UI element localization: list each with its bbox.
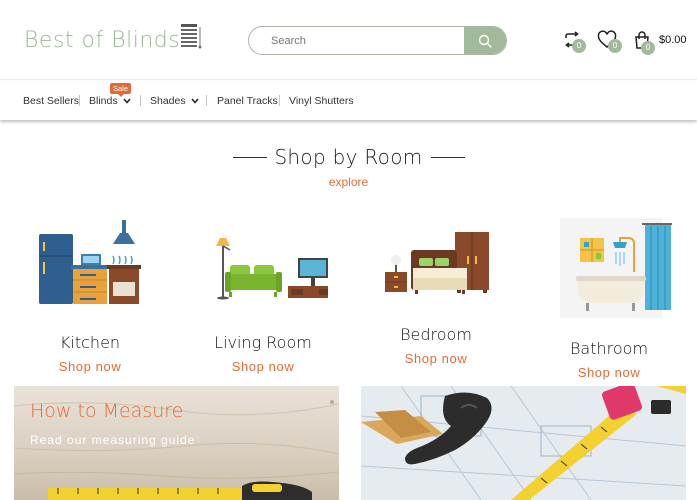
bathroom-illustration bbox=[560, 218, 672, 318]
wishlist-count-badge: 0 bbox=[608, 39, 622, 53]
hammer-blueprint-image bbox=[361, 386, 686, 500]
chevron-down-icon bbox=[191, 98, 199, 104]
bedroom-illustration bbox=[385, 232, 489, 294]
room-name: Living Room bbox=[214, 333, 312, 352]
nav-item-panel-tracks[interactable]: Panel Tracks bbox=[217, 95, 278, 107]
search-input[interactable] bbox=[249, 27, 464, 54]
nav-separator bbox=[140, 95, 141, 106]
nav-item-best-sellers[interactable]: Best Sellers bbox=[23, 95, 79, 107]
room-card-living-room[interactable]: Living Room Shop now bbox=[183, 216, 343, 376]
nav-item-blinds-label: Blinds bbox=[89, 95, 118, 107]
section-subtitle: explore bbox=[328, 175, 369, 189]
search-button[interactable] bbox=[464, 27, 506, 54]
shop-now-link[interactable]: Shop now bbox=[356, 351, 516, 366]
measure-banner-subtitle[interactable]: Read our measuring guide bbox=[30, 433, 195, 447]
kitchen-illustration bbox=[39, 220, 141, 304]
shop-now-link[interactable]: Shop now bbox=[183, 359, 343, 374]
compare-count-badge: 0 bbox=[572, 39, 586, 53]
search-icon bbox=[478, 34, 492, 48]
compare-button[interactable]: 0 bbox=[562, 30, 586, 54]
nav-item-shades-label: Shades bbox=[150, 95, 186, 107]
nav-separator bbox=[79, 95, 80, 106]
cart-button[interactable]: 0 bbox=[632, 30, 656, 55]
living-room-illustration bbox=[216, 238, 328, 300]
room-name: Bathroom bbox=[569, 339, 649, 358]
shop-now-link[interactable]: Shop now bbox=[10, 359, 170, 374]
site-header: Best of Blinds 0 bbox=[0, 0, 697, 80]
heading-divider-right bbox=[431, 157, 465, 158]
tools-banner[interactable] bbox=[361, 386, 686, 500]
search-bar bbox=[248, 26, 507, 55]
cart-total[interactable]: $0.00 bbox=[659, 34, 687, 46]
shop-now-link[interactable]: Shop now bbox=[529, 365, 689, 380]
room-card-bedroom[interactable]: Bedroom Shop now bbox=[356, 216, 516, 376]
room-card-kitchen[interactable]: Kitchen Shop now bbox=[10, 216, 170, 376]
section-title: Shop by Room bbox=[274, 145, 423, 169]
logo-text: Best of Blinds bbox=[24, 28, 181, 53]
blind-logo-icon bbox=[181, 24, 202, 49]
measure-banner[interactable]: How to Measure Read our measuring guide bbox=[14, 386, 339, 500]
room-name: Bedroom bbox=[400, 325, 472, 344]
nav-separator bbox=[206, 95, 207, 106]
chevron-down-icon bbox=[123, 98, 131, 104]
room-card-bathroom[interactable]: Bathroom Shop now bbox=[529, 212, 689, 380]
wishlist-button[interactable]: 0 bbox=[597, 30, 622, 54]
room-name: Kitchen bbox=[59, 333, 121, 352]
measure-banner-title: How to Measure bbox=[30, 400, 184, 422]
cart-count-badge: 0 bbox=[641, 41, 655, 55]
main-nav: Best Sellers Blinds Shades Panel Tracks … bbox=[0, 81, 697, 120]
logo[interactable]: Best of Blinds bbox=[24, 24, 203, 58]
nav-separator bbox=[279, 95, 280, 106]
nav-item-shades[interactable]: Shades bbox=[150, 95, 199, 107]
nav-item-blinds[interactable]: Blinds bbox=[89, 95, 131, 107]
sale-badge: Sale bbox=[110, 83, 131, 97]
nav-item-vinyl-shutters[interactable]: Vinyl Shutters bbox=[289, 95, 354, 107]
